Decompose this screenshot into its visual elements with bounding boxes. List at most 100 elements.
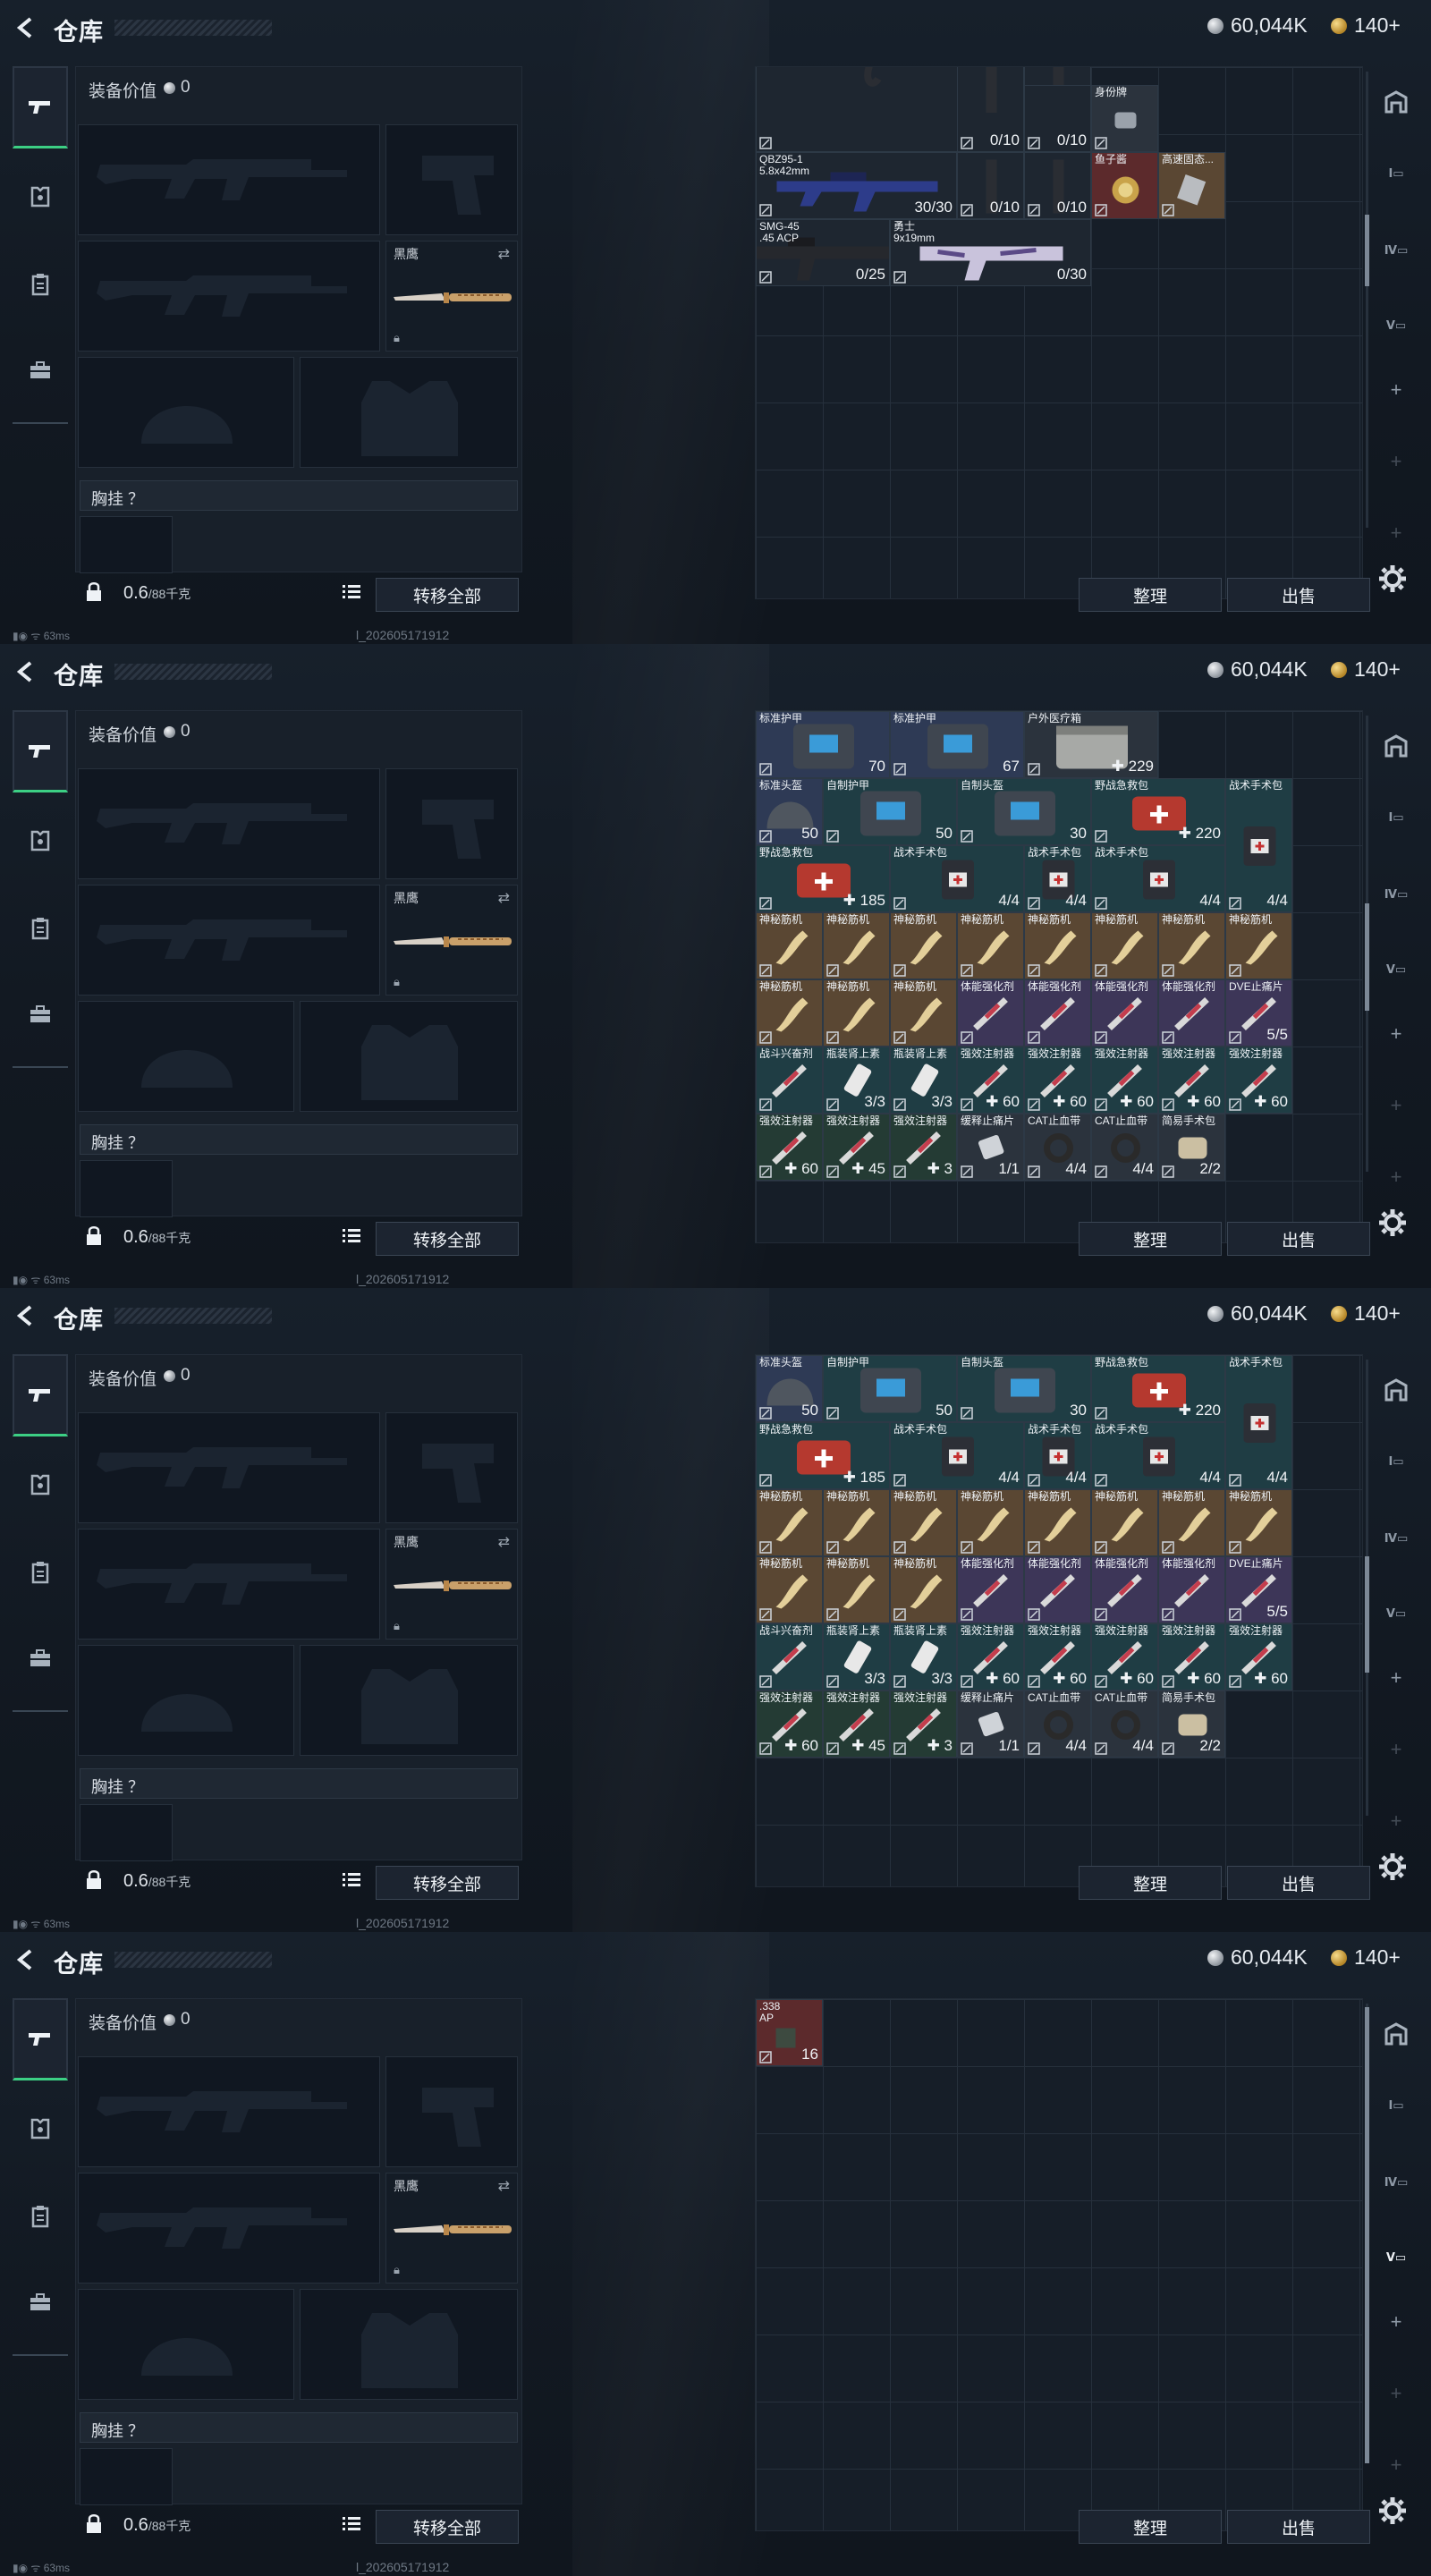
stash-item[interactable]: 战术手术包 4/4	[1024, 845, 1091, 912]
pistol-slot[interactable]	[385, 2056, 518, 2167]
secondary-weapon-slot[interactable]	[78, 2173, 380, 2284]
stash-scroll-thumb[interactable]	[1365, 903, 1369, 1011]
stash-tab-3[interactable]: Ⅳ▭	[1376, 875, 1417, 914]
stash-grid[interactable]: 标准护甲70标准护甲67户外医疗箱✚ 229标准头盔50自制护甲50自制头盔30…	[755, 710, 1363, 1243]
stash-item[interactable]: 体能强化剂	[1024, 979, 1091, 1046]
stash-item[interactable]: 强效注射器 ✚ 60	[1024, 1046, 1091, 1114]
tab-briefcase[interactable]	[13, 2261, 68, 2343]
stash-tab-2[interactable]: Ⅰ▭	[1376, 2086, 1417, 2125]
melee-slot[interactable]: 黑鹰 ⇄ 🔒︎	[385, 2173, 518, 2284]
stash-item[interactable]: 简易手术包 2/2	[1158, 1690, 1225, 1758]
armor-slot[interactable]	[300, 2289, 518, 2400]
back-icon[interactable]	[13, 1302, 39, 1329]
helmet-slot[interactable]	[78, 1001, 294, 1112]
helmet-slot[interactable]	[78, 2289, 294, 2400]
stash-item[interactable]: 瓶装肾上素 3/3	[890, 1046, 957, 1114]
stash-item[interactable]: 战斗兴奋剂	[756, 1046, 823, 1114]
stash-item[interactable]: 神秘筋机	[756, 979, 823, 1046]
tab-armor[interactable]	[13, 2088, 68, 2170]
chest-rig-slot[interactable]	[80, 1160, 173, 1217]
stash-item[interactable]: 体能强化剂	[1091, 1556, 1158, 1623]
stash-tab-2[interactable]: Ⅰ▭	[1376, 1442, 1417, 1481]
tab-armor[interactable]	[13, 156, 68, 238]
gear-icon[interactable]	[1377, 1208, 1408, 1238]
armor-slot[interactable]	[300, 1001, 518, 1112]
stash-item[interactable]: 0/10	[1024, 152, 1091, 219]
stash-item[interactable]: 神秘筋机	[890, 1556, 957, 1623]
currency-gold[interactable]: 140+	[1331, 13, 1401, 38]
stash-item[interactable]: 强效注射器 ✚ 3	[890, 1114, 957, 1181]
stash-item[interactable]: 体能强化剂	[1024, 1556, 1091, 1623]
stash-scroll-thumb[interactable]	[1365, 215, 1369, 286]
stash-grid[interactable]: 0/300/10身份牌0/10QBZ95-15.8x42mm30/300/100…	[755, 66, 1363, 599]
stash-tab-2[interactable]: Ⅰ▭	[1376, 798, 1417, 837]
stash-item[interactable]: 神秘筋机	[756, 1556, 823, 1623]
stash-tab-3[interactable]: Ⅳ▭	[1376, 2163, 1417, 2202]
stash-item[interactable]: 体能强化剂	[1091, 979, 1158, 1046]
stash-item[interactable]: 强效注射器 ✚ 3	[890, 1690, 957, 1758]
stash-item[interactable]: CAT止血带 4/4	[1091, 1114, 1158, 1181]
sort-button[interactable]: 整理	[1079, 1866, 1222, 1900]
stash-item[interactable]: 强效注射器 ✚ 60	[1225, 1623, 1292, 1690]
stash-tab-2[interactable]: Ⅰ▭	[1376, 154, 1417, 193]
secondary-weapon-slot[interactable]	[78, 885, 380, 996]
tab-briefcase[interactable]	[13, 329, 68, 411]
stash-item[interactable]: 0/10	[957, 67, 1024, 152]
stash-item[interactable]: 神秘筋机	[1024, 1489, 1091, 1556]
stash-item[interactable]: CAT止血带 4/4	[1024, 1690, 1091, 1758]
back-icon[interactable]	[13, 1946, 39, 1973]
stash-scroll-thumb[interactable]	[1365, 2007, 1369, 2463]
stash-item[interactable]: 神秘筋机	[1225, 912, 1292, 979]
gear-icon[interactable]	[1377, 1852, 1408, 1882]
stash-item[interactable]: DVE止痛片 5/5	[1225, 1556, 1292, 1623]
currency-gold[interactable]: 140+	[1331, 1301, 1401, 1326]
stash-item[interactable]: 强效注射器 ✚ 60	[1024, 1623, 1091, 1690]
stash-item[interactable]: 强效注射器 ✚ 60	[957, 1623, 1024, 1690]
stash-item[interactable]: 身份牌	[1091, 85, 1158, 152]
tab-armor[interactable]	[13, 800, 68, 882]
tab-weapons[interactable]	[13, 1354, 68, 1436]
stash-tab-4[interactable]: Ⅴ▭	[1376, 1594, 1417, 1633]
secondary-weapon-slot[interactable]	[78, 241, 380, 352]
sell-button[interactable]: 出售	[1227, 1222, 1370, 1256]
stash-tab-4[interactable]: Ⅴ▭	[1376, 306, 1417, 345]
stash-item[interactable]: 神秘筋机	[890, 1489, 957, 1556]
stash-item[interactable]: 战术手术包 4/4	[890, 845, 1024, 912]
tab-clipboard[interactable]	[13, 2175, 68, 2258]
stash-item[interactable]: 强效注射器 ✚ 60	[1091, 1623, 1158, 1690]
tab-briefcase[interactable]	[13, 1617, 68, 1699]
stash-item[interactable]: 野战急救包 ✚ 185	[756, 845, 890, 912]
stash-item[interactable]: 高速固态...	[1158, 152, 1225, 219]
stash-scroll-thumb[interactable]	[1365, 1556, 1369, 1673]
stash-item[interactable]: 户外医疗箱 ✚ 229	[1024, 711, 1158, 778]
stash-item[interactable]: 强效注射器 ✚ 60	[957, 1046, 1024, 1114]
stash-item[interactable]: 自制头盔 30	[957, 1355, 1091, 1422]
stash-item[interactable]: 神秘筋机	[823, 1489, 890, 1556]
stash-item[interactable]: 0/10	[1024, 85, 1091, 152]
helmet-slot[interactable]	[78, 357, 294, 468]
stash-item[interactable]: 强效注射器 ✚ 60	[1158, 1623, 1225, 1690]
stash-item[interactable]: 强效注射器 ✚ 45	[823, 1114, 890, 1181]
stash-item[interactable]: 自制护甲 50	[823, 778, 957, 845]
stash-item[interactable]: 神秘筋机	[823, 979, 890, 1046]
stash-item[interactable]: 神秘筋机	[756, 1489, 823, 1556]
tab-clipboard[interactable]	[13, 243, 68, 326]
stash-tab-3[interactable]: Ⅳ▭	[1376, 1519, 1417, 1558]
tab-weapons[interactable]	[13, 1998, 68, 2080]
stash-tab-4[interactable]: Ⅴ▭	[1376, 950, 1417, 989]
melee-slot[interactable]: 黑鹰 ⇄ 🔒︎	[385, 885, 518, 996]
chest-rig-slot[interactable]	[80, 516, 173, 573]
stash-item[interactable]: 瓶装肾上素 3/3	[890, 1623, 957, 1690]
stash-item[interactable]: DVE止痛片 5/5	[1225, 979, 1292, 1046]
pistol-slot[interactable]	[385, 768, 518, 879]
tab-armor[interactable]	[13, 1444, 68, 1526]
stash-item[interactable]: 神秘筋机	[1024, 912, 1091, 979]
primary-weapon-slot[interactable]	[78, 768, 380, 879]
stash-item[interactable]: 战斗兴奋剂	[756, 1623, 823, 1690]
list-icon[interactable]	[342, 1227, 361, 1245]
stash-item[interactable]: 神秘筋机	[1158, 1489, 1225, 1556]
add-stash-tab[interactable]: +	[1376, 370, 1417, 410]
stash-item[interactable]: 战术手术包 4/4	[890, 1422, 1024, 1489]
stash-grid[interactable]: 标准护甲70标准护甲67户外医疗箱✚ 229标准头盔50自制护甲50自制头盔30…	[755, 1354, 1363, 1887]
melee-slot[interactable]: 黑鹰 ⇄ 🔒︎	[385, 241, 518, 352]
